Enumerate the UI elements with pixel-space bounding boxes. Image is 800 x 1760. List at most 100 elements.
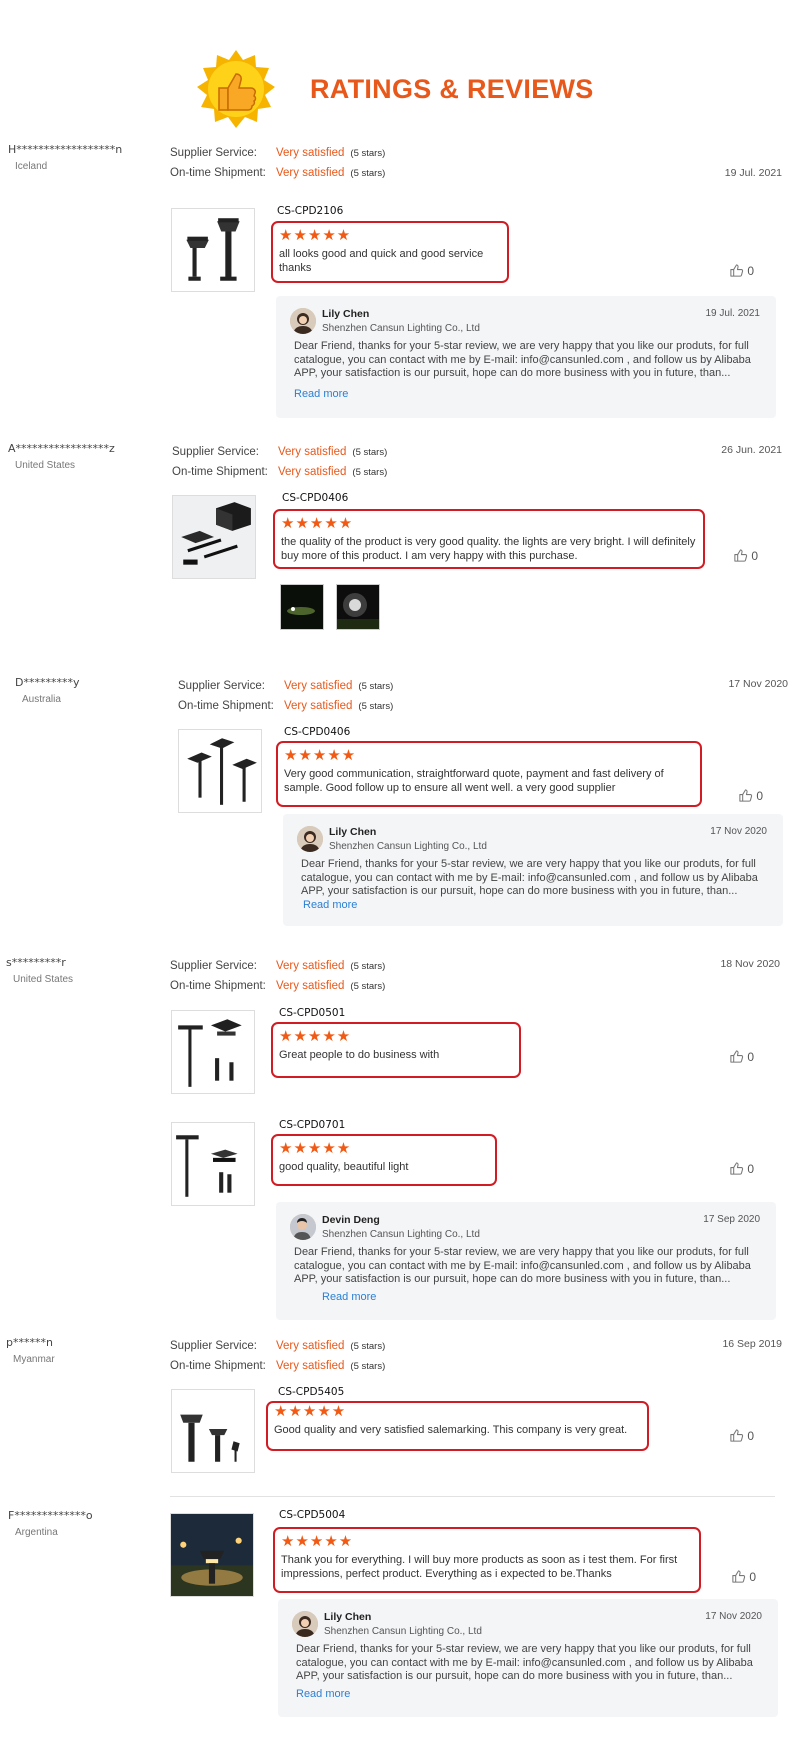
read-more-link[interactable]: Read more (303, 899, 357, 911)
ontime-shipment-stars: (5 stars) (350, 168, 386, 179)
ontime-shipment-stars: (5 stars) (350, 1361, 386, 1372)
ontime-shipment-stars: (5 stars) (358, 701, 394, 712)
reviewer-country: United States (15, 460, 76, 471)
review-content-highlight: ★★★★★ good quality, beautiful light (271, 1134, 497, 1186)
rating-summary: Supplier Service: Very satisfied (5 stars)… (178, 676, 393, 716)
reply-author: Devin Deng (322, 1214, 380, 1226)
reply-author: Lily Chen (324, 1611, 372, 1623)
star-rating: ★★★★★ (279, 227, 352, 244)
product-image[interactable] (171, 1010, 255, 1094)
reply-text: Dear Friend, thanks for your 5-star revi… (296, 1643, 753, 1682)
page-header: RATINGS & REVIEWS (0, 0, 800, 150)
product-sku: CS-CPD5004 (279, 1509, 346, 1521)
product-image[interactable] (171, 1389, 255, 1473)
avatar (290, 1214, 316, 1240)
supplier-service-stars: (5 stars) (352, 447, 388, 458)
supplier-service-label: Supplier Service: (170, 960, 257, 972)
supplier-reply: Lily Chen Shenzhen Cansun Lighting Co., … (276, 296, 776, 418)
reply-company: Shenzhen Cansun Lighting Co., Ltd (329, 841, 487, 852)
product-image[interactable] (171, 208, 255, 292)
reviewer-country: Iceland (15, 161, 48, 172)
thumbs-up-badge-icon (197, 50, 275, 128)
ontime-shipment-value: Very satisfied (284, 700, 353, 712)
review-text: Good quality and very satisfied salemark… (274, 1424, 628, 1436)
ontime-shipment-label: On-time Shipment: (172, 466, 268, 478)
product-image[interactable] (170, 1513, 254, 1597)
review-content-highlight: ★★★★★ Good quality and very satisfied sa… (266, 1401, 649, 1451)
read-more-link[interactable]: Read more (294, 388, 348, 400)
like-button[interactable]: 0 (729, 1049, 754, 1064)
supplier-service-stars: (5 stars) (350, 148, 386, 159)
review-content-highlight: ★★★★★ Great people to do business with (271, 1022, 521, 1078)
reviewer-name: A*****************z (8, 442, 115, 455)
ontime-shipment-stars: (5 stars) (350, 981, 386, 992)
like-button[interactable]: 0 (729, 1428, 754, 1443)
review-photo[interactable] (336, 584, 380, 630)
ontime-shipment-value: Very satisfied (276, 167, 345, 179)
avatar (297, 826, 323, 852)
reply-text: Dear Friend, thanks for your 5-star revi… (301, 858, 758, 897)
reply-date: 17 Nov 2020 (705, 1611, 762, 1622)
rating-summary: Supplier Service: Very satisfied (5 stars)… (170, 1336, 385, 1376)
like-button[interactable]: 0 (729, 1161, 754, 1176)
like-button[interactable]: 0 (731, 1569, 756, 1584)
like-button[interactable]: 0 (733, 548, 758, 563)
like-count: 0 (756, 789, 764, 803)
supplier-service-value: Very satisfied (278, 446, 347, 458)
product-sku: CS-CPD0501 (279, 1007, 346, 1019)
rating-summary: Supplier Service: Very satisfied (5 stars)… (170, 143, 385, 183)
review-text: Great people to do business with (279, 1049, 440, 1061)
review-date: 17 Nov 2020 (728, 678, 788, 690)
reviewer-name: F*************o (8, 1509, 93, 1522)
product-image[interactable] (178, 729, 262, 813)
star-rating: ★★★★★ (279, 1140, 352, 1157)
supplier-service-stars: (5 stars) (350, 961, 386, 972)
review-text: all looks good and quick and good servic… (279, 248, 484, 274)
review-text: good quality, beautiful light (279, 1161, 409, 1173)
supplier-reply: Lily Chen Shenzhen Cansun Lighting Co., … (283, 814, 783, 926)
product-sku: CS-CPD5405 (278, 1386, 345, 1398)
like-button[interactable]: 0 (729, 263, 754, 278)
reply-date: 19 Jul. 2021 (705, 308, 761, 319)
review-photo[interactable] (280, 584, 324, 630)
ontime-shipment-value: Very satisfied (276, 980, 345, 992)
supplier-reply: Devin Deng Shenzhen Cansun Lighting Co.,… (276, 1202, 776, 1320)
review-date: 16 Sep 2019 (722, 1338, 782, 1350)
product-image[interactable] (172, 495, 256, 579)
reviewer-name: D*********y (15, 676, 80, 689)
supplier-reply: Lily Chen Shenzhen Cansun Lighting Co., … (278, 1599, 778, 1717)
thumbs-up-icon (729, 1428, 744, 1443)
thumbs-up-icon (733, 548, 748, 563)
rating-summary: Supplier Service: Very satisfied (5 stars)… (172, 442, 387, 482)
reviewer-country: Myanmar (13, 1354, 55, 1365)
product-image[interactable] (171, 1122, 255, 1206)
like-button[interactable]: 0 (738, 788, 763, 803)
thumbs-up-icon (738, 788, 753, 803)
read-more-link[interactable]: Read more (322, 1291, 376, 1303)
ontime-shipment-label: On-time Shipment: (178, 700, 274, 712)
like-count: 0 (747, 1050, 755, 1064)
product-sku: CS-CPD0406 (284, 726, 351, 738)
like-count: 0 (747, 264, 755, 278)
rating-summary: Supplier Service: Very satisfied (5 stars)… (170, 956, 385, 996)
supplier-service-value: Very satisfied (276, 147, 345, 159)
reply-text: Dear Friend, thanks for your 5-star revi… (294, 340, 751, 379)
supplier-service-stars: (5 stars) (350, 1341, 386, 1352)
supplier-service-value: Very satisfied (276, 1340, 345, 1352)
supplier-service-value: Very satisfied (284, 680, 353, 692)
star-rating: ★★★★★ (281, 1533, 354, 1550)
avatar (290, 308, 316, 334)
supplier-service-value: Very satisfied (276, 960, 345, 972)
review-text: Very good communication, straightforward… (284, 768, 664, 794)
divider (170, 1496, 775, 1497)
reviewer-country: Argentina (15, 1527, 58, 1538)
star-rating: ★★★★★ (284, 747, 357, 764)
like-count: 0 (747, 1162, 755, 1176)
reply-company: Shenzhen Cansun Lighting Co., Ltd (324, 1626, 482, 1637)
read-more-link[interactable]: Read more (296, 1688, 350, 1700)
star-rating: ★★★★★ (281, 515, 354, 532)
supplier-service-stars: (5 stars) (358, 681, 394, 692)
reply-author: Lily Chen (329, 826, 377, 838)
product-sku: CS-CPD2106 (277, 205, 344, 217)
like-count: 0 (749, 1570, 757, 1584)
